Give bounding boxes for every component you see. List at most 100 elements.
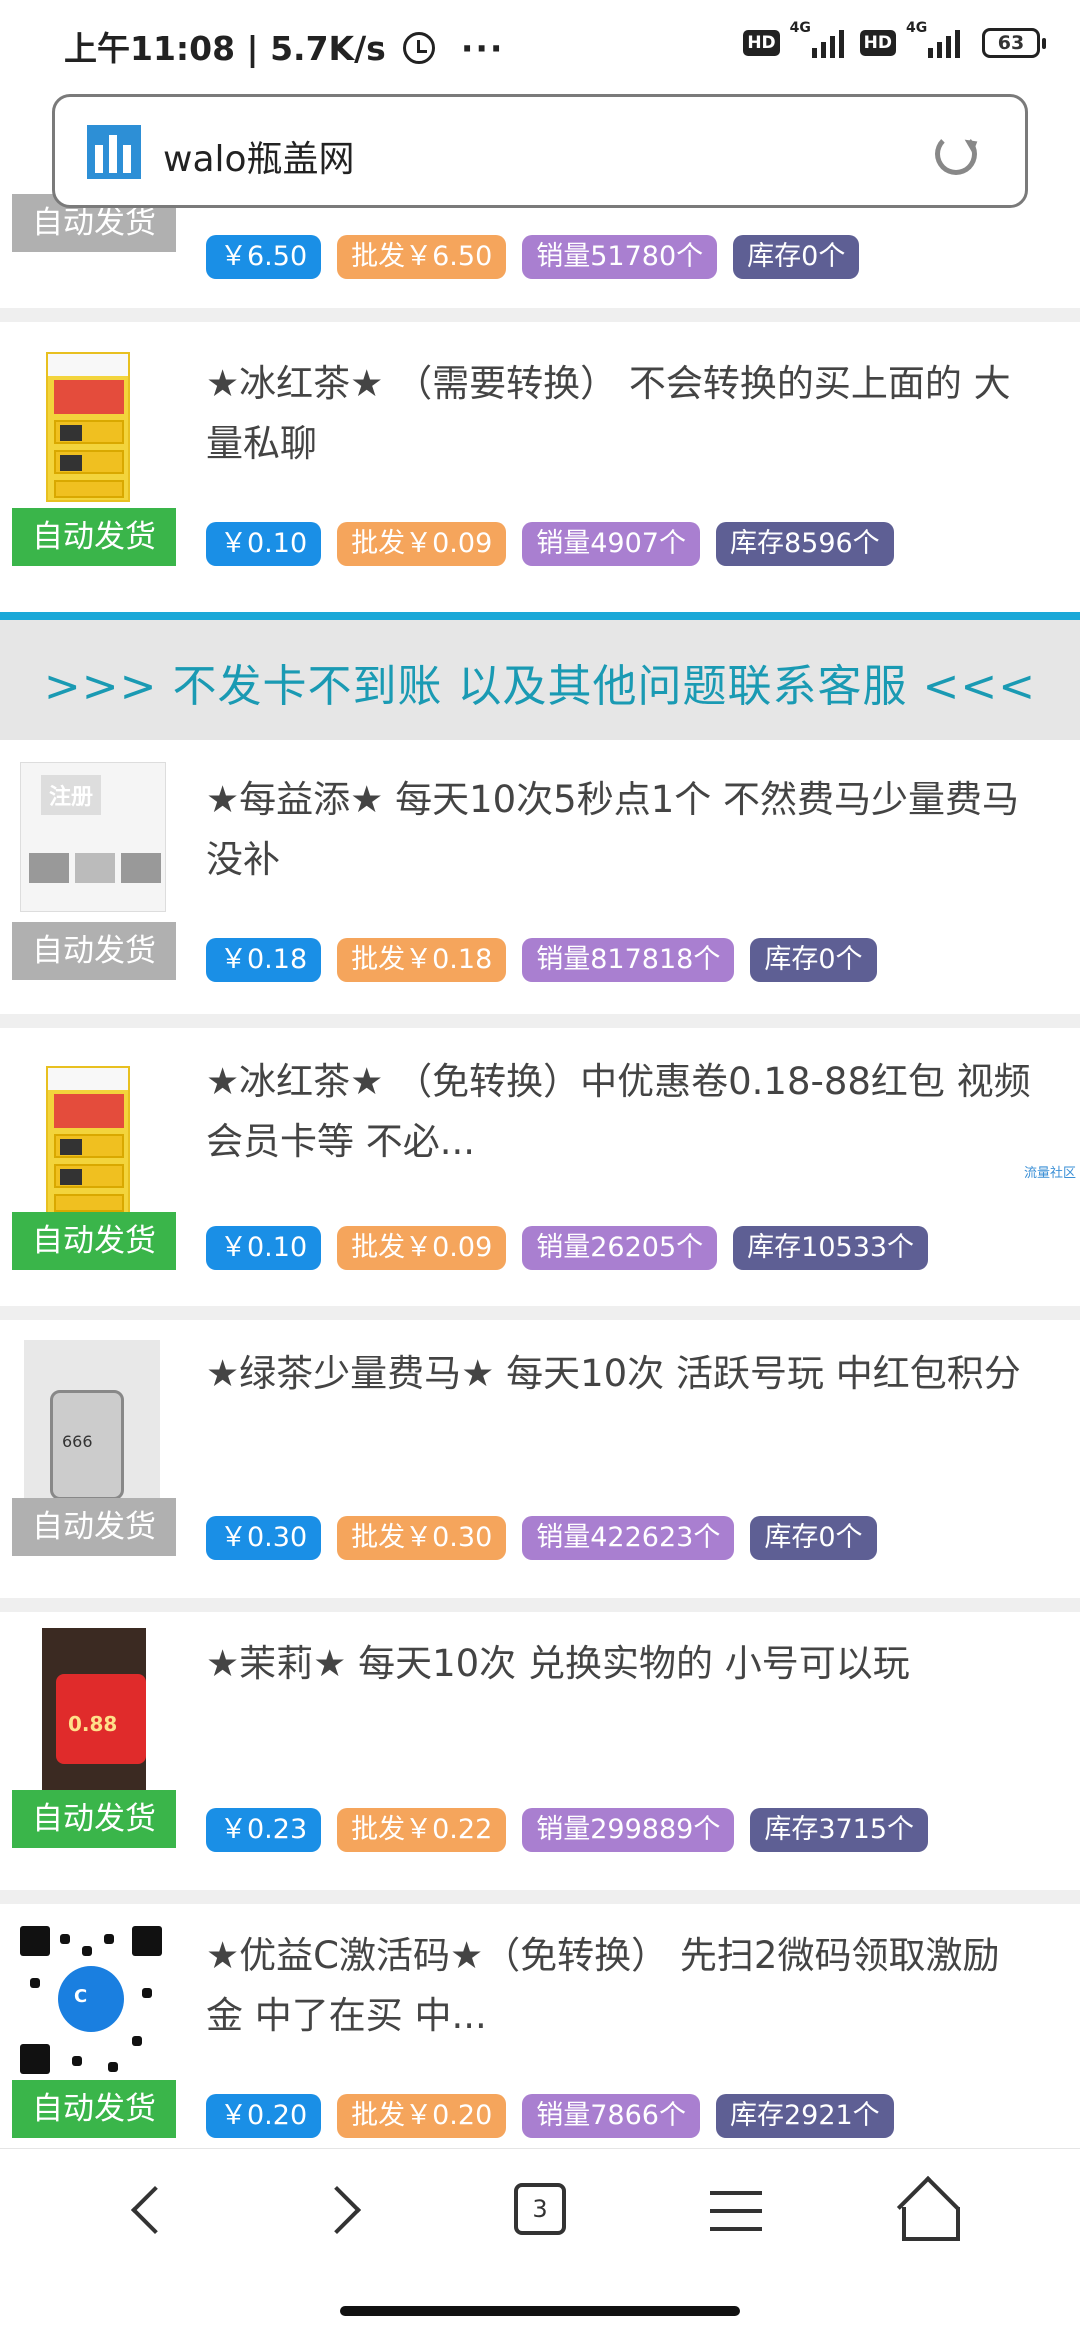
- home-indicator[interactable]: [340, 2306, 740, 2316]
- list-item[interactable]: 自动发货 ★冰红茶★ （免转换）中优惠卷0.18-88红包 视频会员卡等 不必.…: [0, 1028, 1080, 1306]
- tag-row: ￥6.50 批发￥6.50 销量51780个 库存0个: [206, 235, 860, 279]
- stock-tag: 库存10533个: [733, 1226, 929, 1270]
- tab-count: 3: [514, 2183, 566, 2235]
- tag-row: ￥0.10 批发￥0.09 销量26205个 库存10533个: [206, 1226, 929, 1270]
- stock-tag: 库存0个: [750, 938, 877, 982]
- signal-bar: [838, 30, 844, 58]
- list-item[interactable]: 0.88 自动发货 ★茉莉★ 每天10次 兑换实物的 小号可以玩 ￥0.23 批…: [0, 1612, 1080, 1890]
- price-tag: ￥0.10: [206, 522, 322, 566]
- thumbnail-label: 666: [62, 1432, 93, 1451]
- wholesale-tag: 批发￥0.20: [337, 2094, 507, 2138]
- auto-delivery-badge: 自动发货: [12, 1498, 176, 1556]
- status-bar: 上午11:08 | 5.7K/s ··· HD 4G HD 4G 63: [0, 0, 1080, 90]
- menu-icon[interactable]: [696, 2177, 776, 2247]
- product-thumbnail: 注册: [20, 762, 166, 912]
- site-title[interactable]: walo瓶盖网: [163, 130, 355, 182]
- thumbnail-label: 注册: [41, 775, 102, 815]
- signal-bar: [820, 42, 826, 58]
- signal-bar: [946, 36, 951, 58]
- sales-tag: 销量817818个: [522, 938, 735, 982]
- wholesale-tag: 批发￥0.09: [337, 1226, 507, 1270]
- product-thumbnail: [46, 1066, 130, 1216]
- forward-icon[interactable]: [306, 2177, 386, 2247]
- product-thumbnail: 666: [24, 1340, 160, 1500]
- product-thumbnail: [46, 352, 130, 502]
- battery-icon: 63: [982, 28, 1046, 58]
- divider: [0, 1014, 1080, 1028]
- banner-text: >>> 不发卡不到账 以及其他问题联系客服 <<<: [43, 661, 1037, 712]
- wholesale-tag: 批发￥0.22: [337, 1808, 507, 1852]
- stock-tag: 库存3715个: [750, 1808, 929, 1852]
- list-item[interactable]: 自动发货 ★冰红茶★ （需要转换） 不会转换的买上面的 大量私聊 ￥0.10 批…: [0, 322, 1080, 604]
- auto-delivery-badge: 自动发货: [12, 508, 176, 566]
- side-watermark: 流量社区: [1023, 1166, 1076, 1181]
- sales-tag: 销量7866个: [522, 2094, 700, 2138]
- sales-tag: 销量4907个: [522, 522, 700, 566]
- product-title[interactable]: ★绿茶少量费马★ 每天10次 活跃号玩 中红包积分: [206, 1344, 1036, 1404]
- price-tag: ￥6.50: [206, 235, 322, 279]
- sales-tag: 销量299889个: [522, 1808, 735, 1852]
- list-item[interactable]: 自动发货 ￥6.50 批发￥6.50 销量51780个 库存0个: [0, 194, 1080, 308]
- thumbnail-label: 0.88: [68, 1712, 118, 1736]
- price-tag: ￥0.20: [206, 2094, 322, 2138]
- product-title[interactable]: ★茉莉★ 每天10次 兑换实物的 小号可以玩: [206, 1634, 1036, 1694]
- more-dots: ···: [460, 29, 505, 68]
- stock-tag: 库存2921个: [715, 2094, 894, 2138]
- hd-icon: HD: [743, 30, 780, 56]
- auto-delivery-badge: 自动发货: [12, 1212, 176, 1270]
- divider: [0, 308, 1080, 322]
- tag-row: ￥0.10 批发￥0.09 销量4907个 库存8596个: [206, 522, 894, 566]
- network-label: 4G: [906, 20, 928, 36]
- address-bar[interactable]: walo瓶盖网: [52, 94, 1028, 208]
- signal-icon: 4G: [904, 20, 968, 60]
- reload-icon[interactable]: [935, 133, 977, 175]
- wholesale-tag: 批发￥6.50: [337, 235, 507, 279]
- thumbnail-label: C: [74, 1986, 88, 2007]
- signal-icon: 4G: [788, 20, 852, 60]
- sales-tag: 销量422623个: [522, 1516, 735, 1560]
- price-tag: ￥0.23: [206, 1808, 322, 1852]
- signal-bar: [829, 36, 835, 58]
- network-label: 4G: [789, 20, 811, 36]
- tabs-button[interactable]: 3: [502, 2177, 582, 2247]
- signal-bar: [811, 48, 817, 58]
- product-title[interactable]: ★冰红茶★ （免转换）中优惠卷0.18-88红包 视频会员卡等 不必...: [206, 1052, 1036, 1172]
- price-tag: ￥0.30: [206, 1516, 322, 1560]
- sales-tag: 销量26205个: [522, 1226, 718, 1270]
- site-logo-icon: [87, 125, 141, 179]
- product-title[interactable]: ★冰红茶★ （需要转换） 不会转换的买上面的 大量私聊: [206, 354, 1036, 474]
- divider: [0, 1890, 1080, 1904]
- wholesale-tag: 批发￥0.09: [337, 522, 507, 566]
- auto-delivery-badge: 自动发货: [12, 2080, 176, 2138]
- price-tag: ￥0.18: [206, 938, 322, 982]
- product-thumbnail: 0.88: [42, 1628, 146, 1794]
- sales-tag: 销量51780个: [522, 235, 718, 279]
- notice-banner: >>> 不发卡不到账 以及其他问题联系客服 <<<: [0, 612, 1080, 740]
- alarm-icon: [403, 32, 436, 64]
- home-icon[interactable]: [888, 2177, 968, 2247]
- back-icon[interactable]: [108, 2177, 188, 2247]
- hd-icon: HD: [859, 30, 896, 56]
- tag-row: ￥0.23 批发￥0.22 销量299889个 库存3715个: [206, 1808, 929, 1852]
- tag-row: ￥0.18 批发￥0.18 销量817818个 库存0个: [206, 938, 877, 982]
- status-right: HD 4G HD 4G 63: [743, 20, 1046, 60]
- stock-tag: 库存0个: [733, 235, 860, 279]
- list-item[interactable]: 666 自动发货 ★绿茶少量费马★ 每天10次 活跃号玩 中红包积分 ￥0.30…: [0, 1320, 1080, 1598]
- auto-delivery-badge: 自动发货: [12, 1790, 176, 1848]
- list-item[interactable]: 注册 自动发货 ★每益添★ 每天10次5秒点1个 不然费马少量费马没补 ￥0.1…: [0, 740, 1080, 1014]
- divider: [0, 1598, 1080, 1612]
- signal-bar: [937, 42, 942, 58]
- price-tag: ￥0.10: [206, 1226, 322, 1270]
- product-title[interactable]: ★每益添★ 每天10次5秒点1个 不然费马少量费马没补: [206, 770, 1036, 890]
- list-item[interactable]: C 自动发货 ★优益C激活码★（免转换） 先扫2微码领取激励金 中了在买 中..…: [0, 1904, 1080, 2148]
- status-left: 上午11:08 | 5.7K/s ···: [64, 22, 504, 70]
- divider: [0, 1306, 1080, 1320]
- product-title[interactable]: ★优益C激活码★（免转换） 先扫2微码领取激励金 中了在买 中...: [206, 1926, 1036, 2046]
- status-time-speed: 上午11:08 | 5.7K/s: [64, 29, 386, 68]
- signal-bar: [928, 48, 933, 58]
- signal-bar: [955, 30, 960, 58]
- tag-row: ￥0.20 批发￥0.20 销量7866个 库存2921个: [206, 2094, 894, 2138]
- browser-screen: { "status_bar": { "time_speed": "上午11:08…: [0, 0, 1080, 2340]
- stock-tag: 库存8596个: [715, 522, 894, 566]
- tag-row: ￥0.30 批发￥0.30 销量422623个 库存0个: [206, 1516, 877, 1560]
